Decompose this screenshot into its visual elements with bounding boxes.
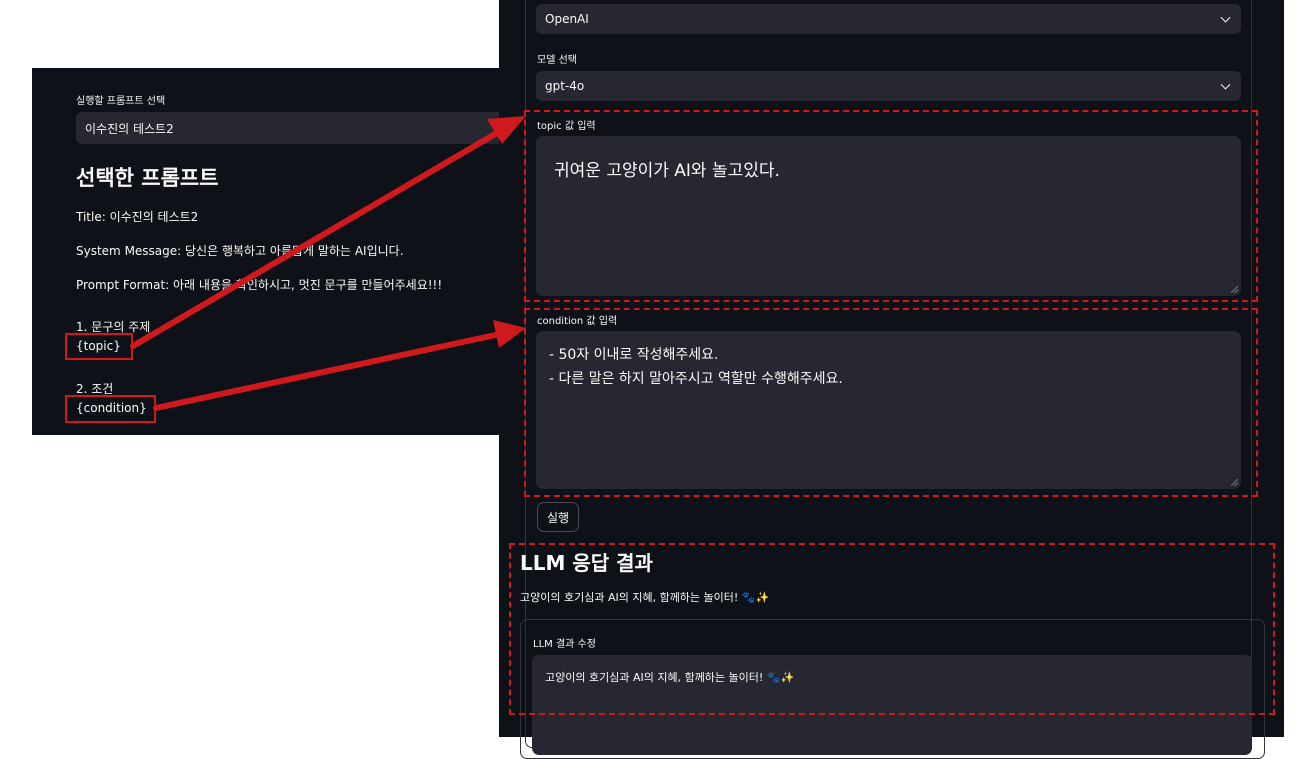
annotation-arrow bbox=[153, 320, 526, 411]
annotation-arrows bbox=[130, 116, 526, 411]
annotation-arrow bbox=[130, 116, 526, 349]
